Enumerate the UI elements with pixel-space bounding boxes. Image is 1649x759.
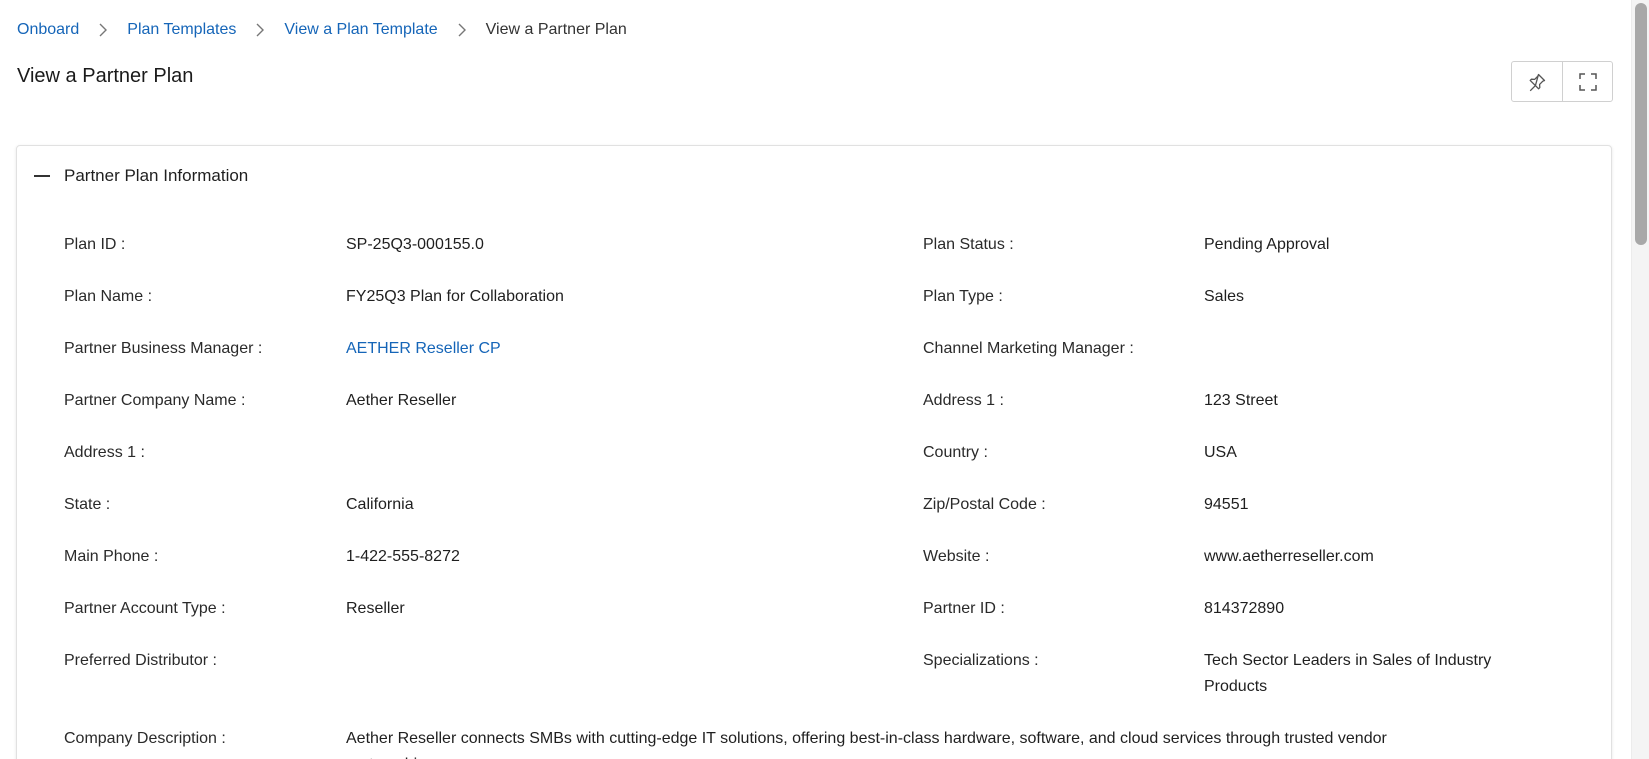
page-title: View a Partner Plan: [17, 65, 194, 87]
main-phone-label: Main Phone :: [64, 548, 159, 565]
company-description-value: Aether Reseller connects SMBs with cutti…: [346, 730, 1387, 759]
page: Onboard Plan Templates View a Plan Templ…: [0, 0, 1649, 759]
plan-type-value: Sales: [1204, 288, 1245, 305]
plan-status-label: Plan Status :: [923, 236, 1014, 253]
plan-name-value: FY25Q3 Plan for Collaboration: [346, 288, 564, 305]
plan-name-label: Plan Name :: [64, 288, 153, 305]
country-label: Country :: [923, 444, 988, 461]
website-label: Website :: [923, 548, 990, 565]
partner-business-manager-label: Partner Business Manager :: [64, 340, 263, 357]
channel-marketing-manager-label: Channel Marketing Manager :: [923, 340, 1134, 357]
chevron-right-icon: [236, 23, 284, 37]
plan-type-label: Plan Type :: [923, 288, 1003, 305]
address-1-value: 123 Street: [1204, 392, 1278, 409]
website-value: www.aetherreseller.com: [1204, 548, 1374, 565]
pin-button[interactable]: [1512, 62, 1562, 101]
address-1-label: Address 1 :: [923, 392, 1004, 409]
main-phone-value: 1-422-555-8272: [346, 548, 460, 565]
partner-account-type-label: Partner Account Type :: [64, 600, 226, 617]
partner-plan-information-panel: Partner Plan Information Plan ID : SP-25…: [16, 145, 1612, 759]
partner-company-name-label: Partner Company Name :: [64, 392, 246, 409]
chevron-right-icon: [79, 23, 127, 37]
specializations-label: Specializations :: [923, 652, 1039, 669]
zip-postal-code-value: 94551: [1204, 496, 1249, 513]
breadcrumb-view-plan-template-link[interactable]: View a Plan Template: [284, 21, 437, 39]
specializations-value: Tech Sector Leaders in Sales of Industry…: [1204, 652, 1492, 695]
fullscreen-icon: [1578, 72, 1597, 91]
fullscreen-button[interactable]: [1562, 62, 1612, 101]
scrollbar-thumb[interactable]: [1635, 3, 1647, 245]
partner-business-manager-link[interactable]: AETHER Reseller CP: [346, 336, 501, 362]
company-description-label: Company Description :: [64, 730, 226, 747]
panel-header: Partner Plan Information: [33, 162, 248, 190]
breadcrumb-onboard-link[interactable]: Onboard: [17, 21, 79, 39]
address-1-secondary-label: Address 1 :: [64, 444, 145, 461]
breadcrumb-plan-templates-link[interactable]: Plan Templates: [127, 21, 236, 39]
plan-id-value: SP-25Q3-000155.0: [346, 236, 484, 253]
plan-status-value: Pending Approval: [1204, 236, 1330, 253]
preferred-distributor-label: Preferred Distributor :: [64, 652, 217, 669]
partner-company-name-value: Aether Reseller: [346, 392, 457, 409]
header-actions: [1511, 61, 1613, 102]
vertical-scrollbar[interactable]: [1631, 0, 1649, 759]
chevron-right-icon: [438, 23, 486, 37]
panel-title: Partner Plan Information: [64, 166, 249, 185]
partner-account-type-value: Reseller: [346, 600, 405, 617]
minus-icon[interactable]: [33, 167, 51, 185]
breadcrumb-current: View a Partner Plan: [485, 21, 627, 38]
zip-postal-code-label: Zip/Postal Code :: [923, 496, 1046, 513]
plan-id-label: Plan ID :: [64, 236, 126, 253]
breadcrumb: Onboard Plan Templates View a Plan Templ…: [17, 19, 627, 41]
partner-id-label: Partner ID :: [923, 600, 1005, 617]
pin-icon: [1529, 73, 1546, 91]
state-label: State :: [64, 496, 111, 513]
partner-id-value: 814372890: [1204, 600, 1285, 617]
state-value: California: [346, 496, 414, 513]
country-value: USA: [1204, 444, 1237, 461]
